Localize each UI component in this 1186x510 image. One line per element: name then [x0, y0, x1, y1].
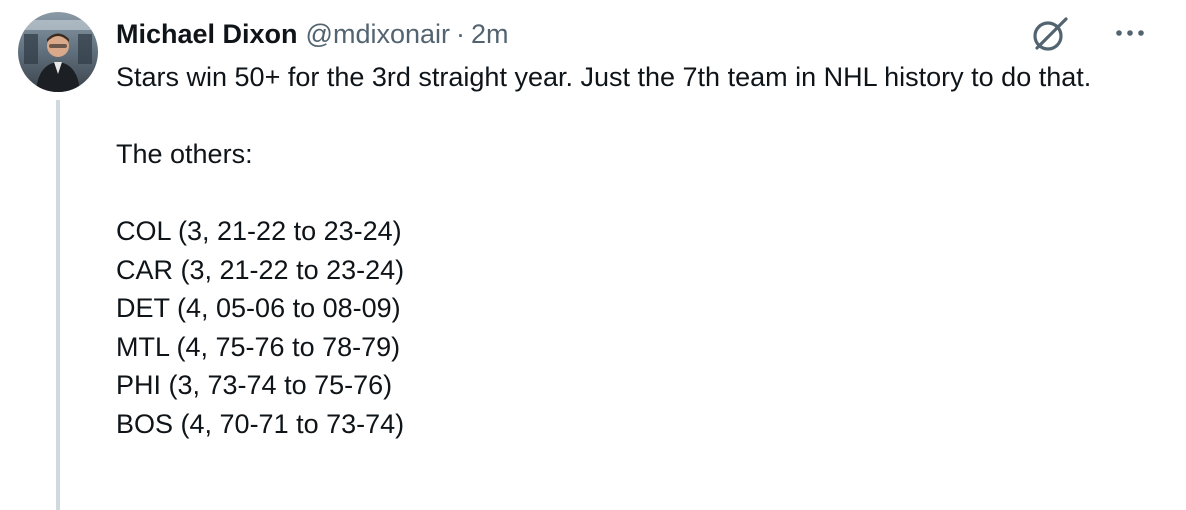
tweet[interactable]: Michael Dixon @mdixonair · 2m Stars win … [0, 0, 1186, 510]
tweet-text-line: Stars win 50+ for the 3rd straight year.… [116, 62, 1092, 92]
more-options-icon[interactable] [1110, 16, 1150, 50]
author-handle[interactable]: @mdixonair [306, 19, 450, 50]
team-entry-mtl: MTL (4, 75-76 to 78-79) [116, 331, 401, 362]
avatar[interactable] [18, 12, 98, 92]
tweet-header: Michael Dixon @mdixonair · 2m [116, 14, 509, 54]
tweet-text-line: The others: [116, 139, 253, 169]
tweet-text: Stars win 50+ for the 3rd straight year.… [116, 58, 1156, 443]
thread-line [56, 100, 60, 510]
avatar-photo [18, 12, 98, 92]
separator: · [456, 18, 465, 49]
team-entry-car: CAR (3, 21-22 to 23-24) [116, 254, 405, 285]
team-entry-det: DET (4, 05-06 to 08-09) [116, 293, 401, 323]
timestamp[interactable]: 2m [471, 19, 509, 50]
grok-icon[interactable] [1030, 14, 1070, 54]
team-entry-col: COL (3, 21-22 to 23-24) [116, 216, 402, 246]
team-entry-phi: PHI (3, 73-74 to 75-76) [116, 370, 393, 400]
team-entry-bos: BOS (4, 70-71 to 73-74) [116, 408, 405, 439]
author-name[interactable]: Michael Dixon [116, 19, 298, 50]
